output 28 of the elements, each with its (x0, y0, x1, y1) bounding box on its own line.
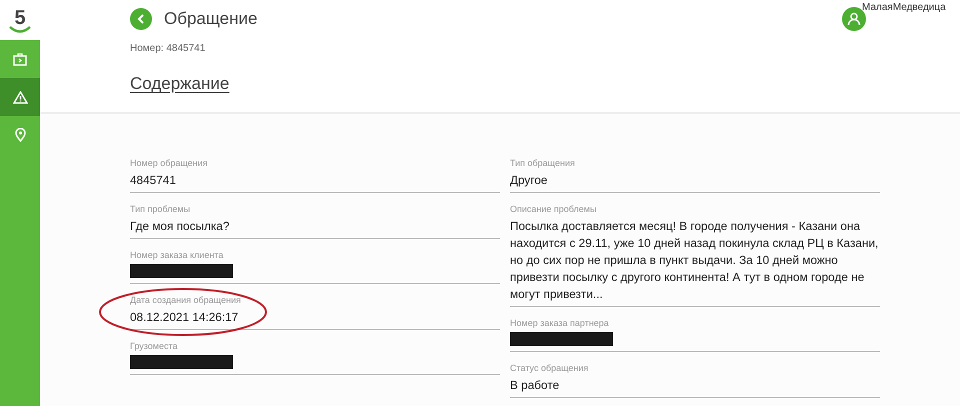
smile-icon (8, 26, 32, 32)
request-number: Номер: 4845741 (130, 43, 206, 54)
back-button[interactable] (130, 8, 152, 30)
field-label: Тип обращения (510, 158, 576, 168)
field-value: Посылка доставляется месяц! В городе получения - Казани она находится с 29.11, уже 10 дней назад покинула склад РЦ в Казани, но до сих пор не пришла в пункт выдачи. За 10 дней можно привезти посылку с другого континента! А тут в одном городе не могут привезти... (510, 218, 880, 303)
field-value: Где моя посылка? (130, 218, 230, 235)
warning-nav-button[interactable] (0, 78, 40, 116)
logo-text: 5 (14, 8, 26, 28)
field-label: Тип проблемы (130, 204, 192, 214)
field-label: Статус обращения (510, 363, 590, 373)
field-label: Описание проблемы (510, 204, 598, 214)
field-label: Номер обращения (130, 158, 209, 168)
location-pin-icon (14, 128, 26, 142)
field-value: 08.12.2021 14:26:17 (130, 309, 240, 326)
field-label: Дата создания обращения (130, 295, 242, 305)
field-label: Номер заказа партнера (510, 318, 610, 328)
logo[interactable]: 5 (0, 0, 40, 40)
user-name: МалаяМедведица (862, 2, 946, 13)
page-title: Обращение (164, 9, 258, 29)
warning-icon (12, 90, 28, 104)
field-label: Номер заказа клиента (130, 250, 224, 260)
briefcase-icon (13, 52, 27, 66)
section-title: Содержание (130, 74, 230, 94)
field-value: 4845741 (130, 172, 177, 189)
chevron-left-icon (137, 14, 145, 24)
field-label: Грузоместа (130, 341, 179, 351)
field-value: Другое (510, 172, 548, 189)
field-value: В работе (510, 377, 560, 394)
